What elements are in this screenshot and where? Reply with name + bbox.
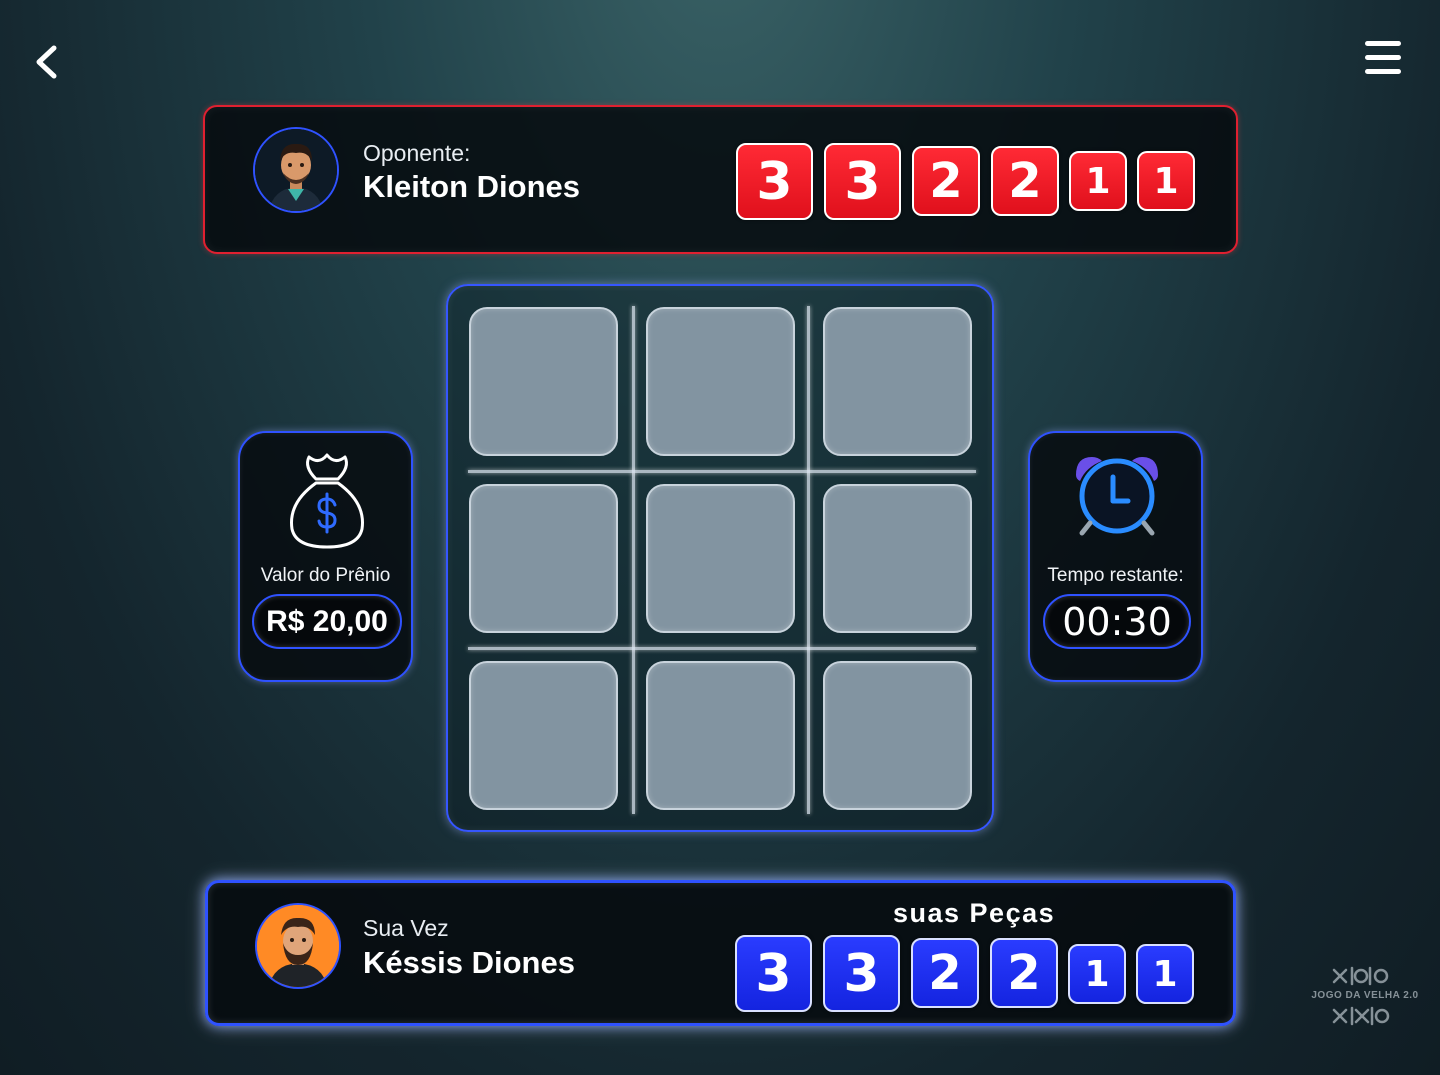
board-cell-3[interactable] xyxy=(823,307,972,456)
timer-label: Tempo restante: xyxy=(1047,565,1184,586)
board-cell-6[interactable] xyxy=(823,484,972,633)
back-button[interactable] xyxy=(30,42,64,82)
alarm-clock-icon xyxy=(1076,457,1158,536)
opponent-avatar xyxy=(253,127,339,213)
prize-card: Valor do Prênio R$ 20,00 xyxy=(238,431,413,682)
player-piece[interactable]: 1 xyxy=(1068,944,1126,1004)
hamburger-menu-icon xyxy=(1365,41,1401,74)
chevron-left-icon xyxy=(36,45,57,79)
player-piece[interactable]: 2 xyxy=(990,938,1058,1008)
opponent-piece: 1 xyxy=(1069,151,1127,211)
opponent-piece: 2 xyxy=(912,146,980,216)
opponent-panel: Oponente: Kleiton Diones 3 3 2 2 1 1 xyxy=(203,105,1238,254)
opponent-piece: 3 xyxy=(736,143,813,220)
board-divider xyxy=(807,306,810,814)
board-cell-1[interactable] xyxy=(469,307,618,456)
board-cell-5[interactable] xyxy=(646,484,795,633)
board-cell-8[interactable] xyxy=(646,661,795,810)
player-name: Késsis Diones xyxy=(363,945,575,980)
player-turn-label: Sua Vez xyxy=(363,915,449,941)
player-pieces-title: suas Peças xyxy=(893,898,1056,928)
board-cell-9[interactable] xyxy=(823,661,972,810)
timer-card: Tempo restante: 00:30 xyxy=(1028,431,1203,682)
logo-text: JOGO DA VELHA 2.0 xyxy=(1311,990,1419,1001)
player-piece[interactable]: 1 xyxy=(1136,944,1194,1004)
prize-value: R$ 20,00 xyxy=(252,594,402,649)
opponent-name: Kleiton Diones xyxy=(363,169,581,204)
opponent-piece: 1 xyxy=(1137,151,1195,211)
board-cell-4[interactable] xyxy=(469,484,618,633)
board-divider xyxy=(632,306,635,814)
player-avatar xyxy=(255,903,341,989)
menu-button[interactable] xyxy=(1362,40,1404,80)
board-cell-7[interactable] xyxy=(469,661,618,810)
board-divider xyxy=(468,470,976,473)
prize-label: Valor do Prênio xyxy=(260,565,391,586)
player-piece[interactable]: 3 xyxy=(735,935,812,1012)
opponent-piece: 2 xyxy=(991,146,1059,216)
player-piece[interactable]: 3 xyxy=(823,935,900,1012)
game-board xyxy=(446,284,994,832)
board-divider xyxy=(468,647,976,650)
board-cell-2[interactable] xyxy=(646,307,795,456)
opponent-piece: 3 xyxy=(824,143,901,220)
money-bag-icon xyxy=(290,453,364,549)
player-panel: Sua Vez Késsis Diones suas Peças 3 3 2 2… xyxy=(205,880,1236,1026)
opponent-label: Oponente: xyxy=(363,140,471,166)
game-logo: JOGO DA VELHA 2.0 xyxy=(1304,962,1426,1030)
player-piece[interactable]: 2 xyxy=(911,938,979,1008)
timer-value: 00:30 xyxy=(1043,594,1191,649)
